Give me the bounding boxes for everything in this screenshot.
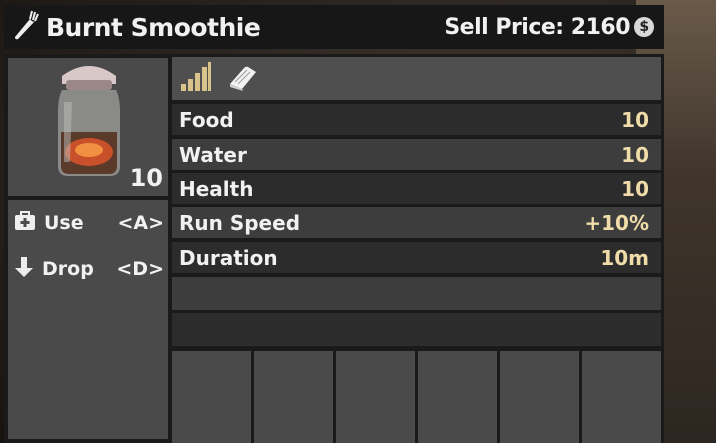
drop-label: Drop bbox=[42, 258, 94, 280]
sell-price-label: Sell Price: 2160 bbox=[444, 14, 630, 40]
use-action[interactable]: Use <A> bbox=[14, 208, 164, 238]
stat-name: Run Speed bbox=[179, 210, 301, 235]
mod-slot[interactable] bbox=[172, 351, 251, 443]
stat-name: Duration bbox=[179, 245, 278, 270]
stat-row-duration: Duration 10m bbox=[172, 242, 661, 273]
stat-value: +10% bbox=[584, 210, 649, 235]
sell-price: Sell Price: 2160 $ bbox=[444, 15, 654, 40]
stat-value: 10 bbox=[621, 142, 649, 167]
stat-row-water: Water 10 bbox=[172, 139, 661, 170]
mod-slot[interactable] bbox=[582, 351, 661, 443]
mod-slot[interactable] bbox=[254, 351, 333, 443]
book-icon[interactable] bbox=[226, 62, 258, 96]
arrow-down-icon bbox=[14, 256, 34, 283]
item-left-column: 10 Use <A> Drop <D> bbox=[4, 54, 171, 443]
fork-icon bbox=[12, 9, 40, 45]
use-key: <A> bbox=[117, 212, 164, 234]
stat-name: Health bbox=[179, 176, 254, 201]
stat-row-food: Food 10 bbox=[172, 104, 661, 135]
medkit-icon bbox=[14, 210, 36, 236]
stat-row-health: Health 10 bbox=[172, 173, 661, 204]
coin-icon: $ bbox=[634, 17, 654, 37]
mod-slot[interactable] bbox=[336, 351, 415, 443]
empty-stat-row bbox=[172, 277, 661, 310]
item-title-bar: Burnt Smoothie Sell Price: 2160 $ bbox=[4, 5, 664, 49]
use-label: Use bbox=[44, 212, 84, 234]
drop-key: <D> bbox=[116, 258, 164, 280]
item-icon-bar bbox=[172, 57, 661, 100]
item-stats-panel: Food 10 Water 10 Health 10 Run Speed +10… bbox=[170, 54, 664, 443]
mod-slot[interactable] bbox=[500, 351, 579, 443]
item-preview: 10 bbox=[8, 58, 168, 196]
quality-bars-icon bbox=[180, 61, 212, 96]
stat-value: 10 bbox=[621, 107, 649, 132]
stat-name: Food bbox=[179, 107, 234, 132]
empty-stat-row bbox=[172, 313, 661, 346]
item-actions: Use <A> Drop <D> bbox=[8, 200, 168, 439]
stat-value: 10m bbox=[600, 245, 649, 270]
stat-row-run-speed: Run Speed +10% bbox=[172, 207, 661, 238]
item-name: Burnt Smoothie bbox=[46, 12, 261, 42]
drop-action[interactable]: Drop <D> bbox=[14, 254, 164, 284]
smoothie-jar-icon bbox=[58, 66, 120, 176]
stat-name: Water bbox=[179, 142, 247, 167]
mod-slots bbox=[172, 351, 661, 443]
mod-slot[interactable] bbox=[418, 351, 497, 443]
item-quantity: 10 bbox=[129, 164, 163, 192]
stat-value: 10 bbox=[621, 176, 649, 201]
